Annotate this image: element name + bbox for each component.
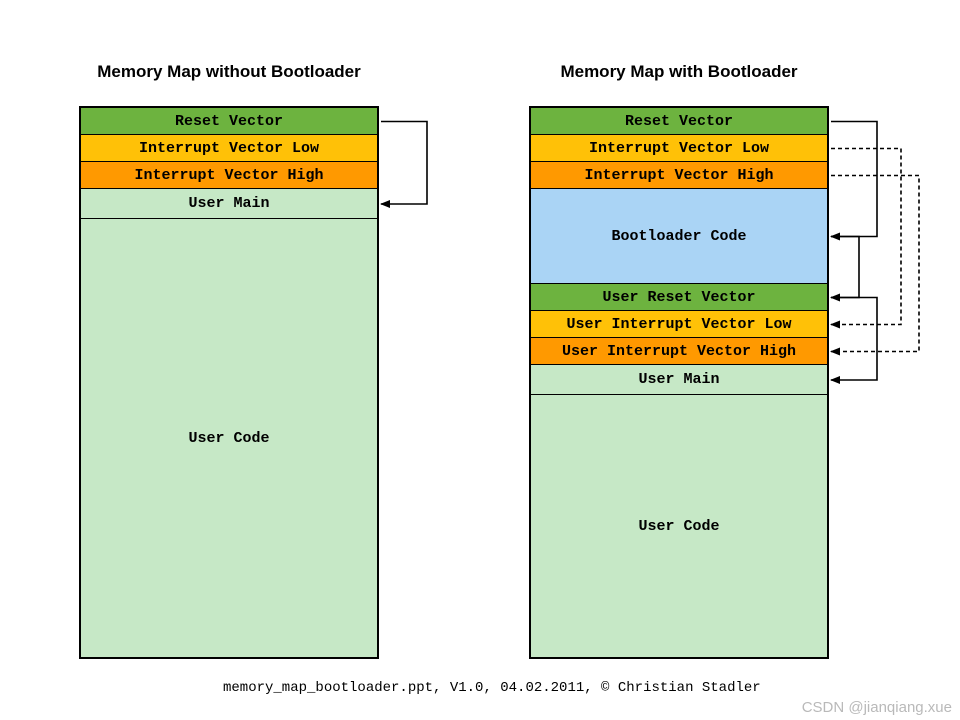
right-row-2: Interrupt Vector High [531, 162, 827, 189]
watermark-text: CSDN @jianqiang.xue [802, 699, 952, 716]
right-row-6: User Interrupt Vector High [531, 338, 827, 365]
right-title: Memory Map with Bootloader [529, 62, 829, 82]
left-memory-stack: Reset VectorInterrupt Vector LowInterrup… [79, 106, 379, 659]
left-row-4: User Code [81, 219, 377, 657]
right-memory-stack: Reset VectorInterrupt Vector LowInterrup… [529, 106, 829, 659]
left-row-1: Interrupt Vector Low [81, 135, 377, 162]
footer-text: memory_map_bootloader.ppt, V1.0, 04.02.2… [223, 680, 761, 696]
left-row-0: Reset Vector [81, 108, 377, 135]
right-row-5: User Interrupt Vector Low [531, 311, 827, 338]
left-row-3: User Main [81, 189, 377, 219]
right-row-7: User Main [531, 365, 827, 395]
left-row-2: Interrupt Vector High [81, 162, 377, 189]
right-row-4: User Reset Vector [531, 284, 827, 311]
right-row-3: Bootloader Code [531, 189, 827, 284]
right-row-0: Reset Vector [531, 108, 827, 135]
right-row-1: Interrupt Vector Low [531, 135, 827, 162]
right-row-8: User Code [531, 395, 827, 657]
left-title: Memory Map without Bootloader [79, 62, 379, 82]
